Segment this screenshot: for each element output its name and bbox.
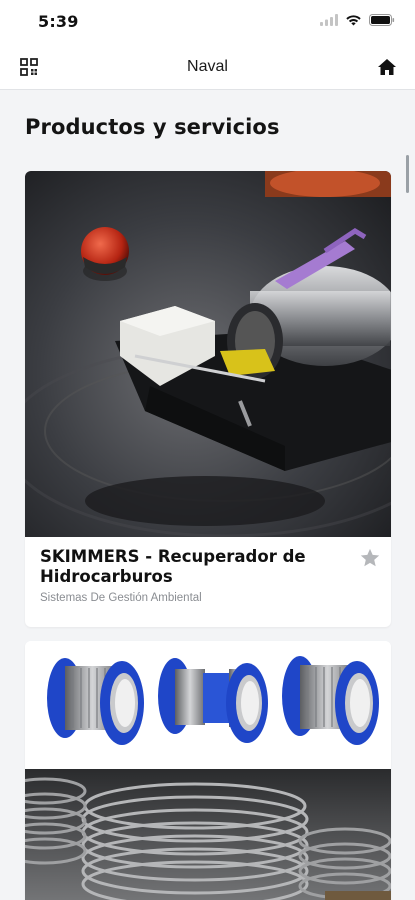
- scrollbar[interactable]: [406, 155, 409, 193]
- battery-icon: [369, 14, 395, 26]
- section-title: Productos y servicios: [25, 115, 280, 139]
- nav-title: Naval: [187, 58, 228, 75]
- product-category: Sistemas De Gestión Ambiental: [40, 592, 202, 604]
- product-card[interactable]: SKIMMERS - Recuperador de Hidrocarburos …: [25, 171, 391, 627]
- status-bar: 5:39: [0, 0, 415, 44]
- nav-bar: Naval: [0, 44, 415, 90]
- star-icon[interactable]: [359, 547, 381, 569]
- oil-skimmer-photo: [25, 171, 391, 537]
- expansion-joints-photo: [25, 641, 391, 900]
- home-icon[interactable]: [377, 57, 397, 77]
- products-list[interactable]: Productos y servicios SKIMMERS - Recuper…: [0, 91, 415, 900]
- product-title[interactable]: SKIMMERS - Recuperador de Hidrocarburos: [40, 547, 340, 587]
- status-time: 5:39: [38, 12, 79, 31]
- wifi-icon: [346, 15, 361, 26]
- signal-icon: [320, 14, 338, 26]
- product-card[interactable]: [25, 641, 391, 900]
- status-icons: [320, 14, 395, 26]
